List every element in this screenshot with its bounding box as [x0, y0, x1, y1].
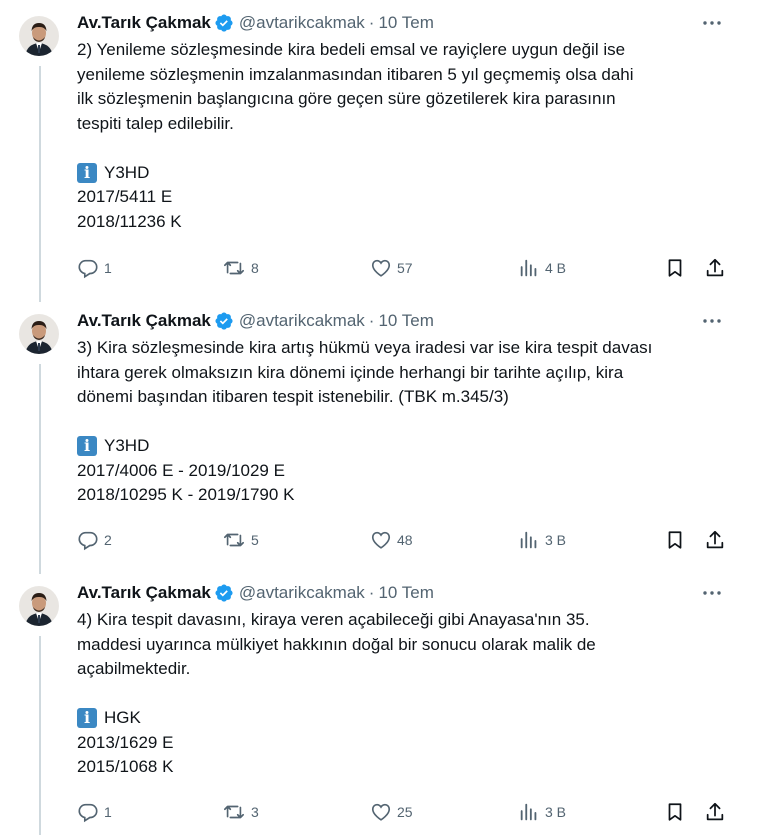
views-icon: [520, 259, 537, 277]
information-icon: i: [77, 436, 97, 457]
reply-icon: [78, 531, 98, 551]
views-button[interactable]: 4 B: [518, 256, 566, 280]
text-line: 2) Yenileme sözleşmesinde kira bedeli em…: [77, 40, 626, 59]
text-line: maddesi uyarınca mülkiyet hakkının doğal…: [77, 634, 596, 654]
ref-line: 2018/11236 K: [77, 211, 182, 231]
information-icon: i: [77, 163, 97, 183]
separator-dot: ·: [368, 583, 375, 602]
like-count: 25: [397, 804, 413, 820]
views-button[interactable]: 3 B: [518, 800, 566, 824]
repost-button[interactable]: 3: [222, 800, 259, 824]
reply-button[interactable]: 1: [77, 256, 112, 280]
tweet[interactable]: Av.Tarık Çakmak @avtarikcakmak · 10 Tem …: [0, 300, 763, 572]
views-icon: [520, 803, 537, 821]
like-icon: [371, 803, 391, 821]
more-dots-icon[interactable]: [700, 311, 724, 331]
author-handle[interactable]: @avtarikcakmak: [239, 311, 365, 331]
views-count: 3 B: [545, 532, 567, 548]
repost-button[interactable]: 5: [222, 528, 259, 552]
author-handle[interactable]: @avtarikcakmak: [239, 13, 365, 33]
verified-badge-icon: [214, 13, 234, 33]
author-name[interactable]: Av.Tarık Çakmak: [77, 583, 211, 603]
action-bar: 1 8 57 4 B: [77, 256, 727, 280]
text-line: 4) Kira tespit davasını, kiraya veren aç…: [77, 610, 590, 629]
text-line: ihtara gerek olmaksızın kira dönemi için…: [77, 362, 624, 382]
ref-line: 2017/4006 E - 2019/1029 E: [77, 460, 285, 480]
court-ref: Y3HD: [104, 162, 150, 182]
like-button[interactable]: 25: [370, 800, 413, 824]
action-bar: 1 3 25 3 B: [77, 800, 727, 824]
tweet[interactable]: Av.Tarık Çakmak @avtarikcakmak · 10 Tem …: [0, 572, 763, 835]
verified-badge-icon: [214, 311, 234, 331]
ref-line: 2017/5411 E: [77, 187, 173, 206]
bookmark-icon[interactable]: [664, 800, 691, 824]
ref-line: 2015/1068 K: [77, 757, 174, 776]
reply-button[interactable]: 1: [77, 800, 112, 824]
bookmark-icon[interactable]: [664, 256, 691, 280]
text-line: dönemi başından itibaren tespit istenebi…: [77, 387, 509, 406]
text-line: yenileme sözleşmenin imzalanmasından iti…: [77, 64, 634, 84]
like-button[interactable]: 57: [370, 256, 413, 280]
tweet-text: 3) Kira sözleşmesinde kira artış hükmü v…: [77, 336, 717, 508]
avatar[interactable]: [19, 314, 59, 354]
repost-icon: [224, 261, 244, 275]
repost-icon: [224, 533, 244, 547]
share-icon[interactable]: [704, 528, 731, 552]
author-name[interactable]: Av.Tarık Çakmak: [77, 311, 211, 331]
bookmark-icon[interactable]: [664, 528, 691, 552]
more-dots-icon[interactable]: [700, 13, 724, 33]
repost-count: 5: [251, 532, 259, 548]
court-ref: HGK: [104, 708, 141, 727]
like-icon: [371, 531, 391, 549]
share-icon[interactable]: [704, 800, 731, 824]
reply-icon: [78, 259, 98, 279]
views-button[interactable]: 3 B: [518, 528, 566, 552]
reply-count: 1: [104, 804, 112, 820]
views-count: 4 B: [545, 260, 567, 276]
reply-button[interactable]: 2: [77, 528, 112, 552]
author-handle[interactable]: @avtarikcakmak: [239, 583, 365, 603]
ref-line: 2013/1629 E: [77, 732, 174, 752]
author-name[interactable]: Av.Tarık Çakmak: [77, 13, 211, 33]
avatar[interactable]: [19, 586, 59, 626]
like-button[interactable]: 48: [370, 528, 413, 552]
text-line: ilk sözleşmenin başlangıcına göre geçen …: [77, 89, 616, 108]
separator-dot: ·: [368, 311, 375, 330]
reply-count: 2: [104, 532, 112, 548]
court-ref: Y3HD: [104, 436, 150, 455]
reply-icon: [78, 803, 98, 823]
more-dots-icon[interactable]: [700, 583, 724, 603]
text-line: 3) Kira sözleşmesinde kira artış hükmü v…: [77, 338, 653, 357]
information-icon: i: [77, 708, 97, 729]
text-line: tespiti talep edilebilir.: [77, 113, 234, 133]
timestamp[interactable]: 10 Tem: [378, 311, 433, 331]
repost-count: 3: [251, 804, 259, 820]
text-line: açabilmektedir.: [77, 659, 191, 678]
like-count: 48: [397, 532, 413, 548]
action-bar: 2 5 48 3 B: [77, 528, 727, 552]
separator-dot: ·: [368, 13, 375, 32]
tweet-text: 2) Yenileme sözleşmesinde kira bedeli em…: [77, 38, 717, 234]
repost-button[interactable]: 8: [222, 256, 259, 280]
tweet[interactable]: Av.Tarık Çakmak @avtarikcakmak · 10 Tem …: [0, 0, 763, 300]
like-icon: [371, 259, 391, 277]
verified-badge-icon: [214, 583, 234, 603]
ref-line: 2018/10295 K - 2019/1790 K: [77, 485, 295, 504]
reply-count: 1: [104, 260, 112, 276]
tweet-text: 4) Kira tespit davasını, kiraya veren aç…: [77, 608, 717, 780]
views-count: 3 B: [545, 804, 567, 820]
like-count: 57: [397, 260, 413, 276]
avatar[interactable]: [19, 16, 59, 56]
repost-icon: [224, 805, 244, 819]
timestamp[interactable]: 10 Tem: [378, 583, 433, 603]
repost-count: 8: [251, 260, 259, 276]
timestamp[interactable]: 10 Tem: [378, 13, 433, 33]
share-icon[interactable]: [704, 256, 731, 280]
views-icon: [520, 531, 537, 549]
